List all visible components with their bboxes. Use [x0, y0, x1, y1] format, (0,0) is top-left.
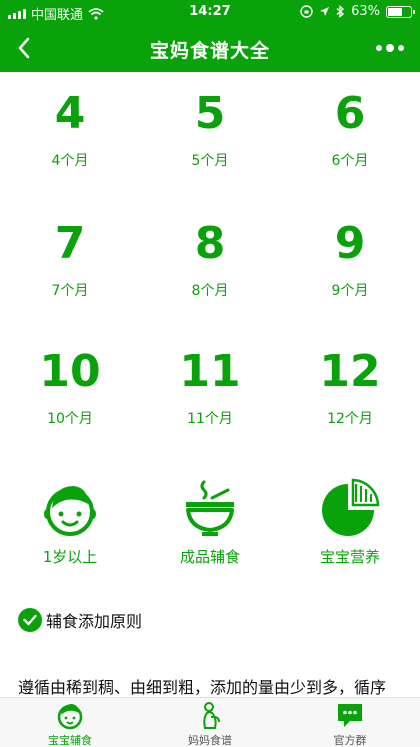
status-right: 63%	[300, 4, 415, 19]
month-number: 10	[39, 346, 101, 397]
tab-baby-food[interactable]: 宝宝辅食	[0, 700, 140, 747]
category-label: 1岁以上	[42, 548, 98, 566]
category-baby-nutrition[interactable]: 宝宝营养	[280, 476, 420, 586]
month-item-4[interactable]: 4 4个月	[0, 72, 140, 192]
pie-chart-icon	[322, 478, 380, 536]
month-number: 7	[54, 218, 86, 269]
baby-face-icon	[44, 486, 96, 536]
tab-label: 妈妈食谱	[188, 734, 232, 747]
month-label: 7个月	[51, 283, 89, 299]
battery-percent: 63%	[351, 4, 380, 19]
month-label: 6个月	[331, 153, 369, 169]
month-number: 11	[179, 346, 241, 397]
location-icon	[320, 7, 330, 16]
month-item-9[interactable]: 9 9个月	[280, 202, 420, 322]
more-button[interactable]	[368, 30, 412, 66]
checkmark-icon	[18, 608, 42, 632]
tab-label: 宝宝辅食	[48, 734, 92, 747]
month-item-10[interactable]: 10 10个月	[0, 330, 140, 450]
month-label: 9个月	[331, 283, 369, 299]
month-label: 4个月	[51, 153, 89, 169]
month-number: 9	[334, 218, 366, 269]
principle-section-header: 辅食添加原则	[18, 608, 142, 632]
month-item-12[interactable]: 12 12个月	[280, 330, 420, 450]
category-label: 宝宝营养	[319, 548, 380, 566]
month-number: 12	[319, 346, 381, 397]
month-item-8[interactable]: 8 8个月	[140, 202, 280, 322]
more-dot-icon	[386, 44, 394, 52]
month-number: 5	[194, 88, 226, 139]
month-number: 6	[334, 88, 366, 139]
page-title: 宝妈食谱大全	[149, 40, 270, 62]
more-dot-icon	[398, 45, 404, 51]
month-item-5[interactable]: 5 5个月	[140, 72, 280, 192]
more-dot-icon	[376, 45, 382, 51]
month-label: 10个月	[47, 411, 93, 427]
tab-mom-recipes[interactable]: 妈妈食谱	[140, 700, 280, 747]
nav-bar: 宝妈食谱大全	[0, 24, 420, 72]
tab-bar: 宝宝辅食 妈妈食谱 官方群	[0, 697, 420, 747]
principle-title: 辅食添加原则	[46, 612, 143, 631]
chat-icon	[338, 704, 362, 727]
month-item-11[interactable]: 11 11个月	[140, 330, 280, 450]
month-number: 8	[194, 218, 226, 269]
month-label: 12个月	[327, 411, 373, 427]
rotation-lock-icon	[300, 5, 313, 18]
tab-official-group[interactable]: 官方群	[280, 700, 420, 747]
principle-text: 遵循由稀到稠、由细到粗，添加的量由少到多，循序	[18, 678, 387, 697]
status-bar: 中国联通 14:27 63%	[0, 0, 420, 24]
tab-label: 官方群	[333, 734, 367, 747]
month-label: 8个月	[191, 283, 229, 299]
bowl-icon	[186, 480, 234, 536]
mom-tab-icon	[203, 702, 220, 729]
month-number: 4	[54, 88, 86, 139]
baby-tab-icon	[57, 704, 83, 730]
bluetooth-icon	[336, 5, 345, 18]
month-item-7[interactable]: 7 7个月	[0, 202, 140, 322]
category-one-year-plus[interactable]: 1岁以上	[0, 476, 140, 586]
month-label: 5个月	[191, 153, 229, 169]
month-label: 11个月	[187, 411, 233, 427]
category-label: 成品辅食	[179, 548, 240, 566]
month-item-6[interactable]: 6 6个月	[280, 72, 420, 192]
category-ready-meals[interactable]: 成品辅食	[140, 476, 280, 586]
battery-icon	[386, 5, 415, 18]
